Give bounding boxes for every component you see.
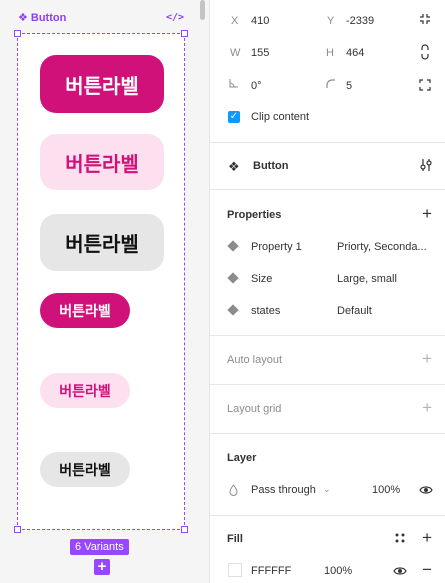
variant-property-icon (227, 240, 239, 252)
add-layout-grid-icon[interactable]: + (422, 399, 432, 416)
w-input[interactable]: 155 (251, 47, 269, 59)
eye-icon[interactable] (419, 485, 433, 498)
x-label: X (231, 15, 239, 27)
fill-hex-input[interactable]: FFFFFF (251, 565, 291, 577)
property-value[interactable]: Default (337, 305, 372, 317)
layout-grid-section-title: Layout grid (227, 403, 282, 415)
variant-secondary-small[interactable]: 버튼라벨 (40, 373, 130, 408)
divider (210, 433, 445, 434)
component-set-header: ❖ Button </> (18, 12, 186, 28)
styles-grid-icon[interactable] (395, 533, 405, 546)
remove-fill-icon[interactable]: − (422, 561, 432, 578)
add-fill-icon[interactable]: + (422, 529, 432, 546)
divider (210, 142, 445, 143)
variant-default-small[interactable]: 버튼라벨 (40, 452, 130, 487)
properties-panel: X 410 Y -2339 W 155 H 464 0° 5 ✓ Clip co… (209, 0, 445, 583)
property-name[interactable]: Property 1 (251, 241, 302, 253)
add-variant-button[interactable]: + (94, 559, 110, 575)
component-set-icon: ❖ (18, 11, 28, 24)
fill-section-title: Fill (227, 533, 243, 545)
variant-label: 버튼라벨 (59, 462, 111, 479)
blend-mode-select[interactable]: Pass through (251, 484, 316, 496)
rotation-input[interactable]: 0° (251, 80, 262, 92)
h-input[interactable]: 464 (346, 47, 364, 59)
property-value[interactable]: Large, small (337, 273, 397, 285)
properties-section-title: Properties (227, 209, 282, 221)
rotation-icon (229, 78, 239, 91)
component-set-title[interactable]: ❖ Button (18, 12, 66, 24)
constraints-icon[interactable] (418, 12, 432, 29)
component-settings-icon[interactable] (420, 158, 432, 175)
clip-content-checkbox[interactable]: ✓ (228, 111, 240, 123)
resize-handle-bottom-left[interactable] (14, 526, 21, 533)
auto-layout-section-title: Auto layout (227, 354, 283, 366)
variants-count-badge: 6 Variants (70, 539, 129, 555)
y-input[interactable]: -2339 (346, 15, 374, 27)
resize-handle-bottom-right[interactable] (181, 526, 188, 533)
variant-label: 버튼라벨 (65, 151, 139, 176)
independent-corners-icon[interactable] (419, 79, 431, 94)
component-name[interactable]: Button (253, 160, 288, 172)
variant-label: 버튼라벨 (65, 73, 139, 98)
variant-property-icon (227, 304, 239, 316)
component-icon: ❖ (228, 159, 240, 174)
clip-content-label: Clip content (251, 111, 310, 123)
divider (210, 189, 445, 190)
h-label: H (326, 47, 334, 59)
corner-radius-icon (326, 79, 336, 92)
fill-opacity-input[interactable]: 100% (324, 565, 352, 577)
variant-secondary-large[interactable]: 버튼라벨 (40, 134, 164, 190)
constrain-proportions-icon[interactable] (420, 44, 430, 63)
x-input[interactable]: 410 (251, 15, 269, 27)
fill-color-swatch[interactable] (228, 563, 242, 577)
add-property-icon[interactable]: + (422, 205, 432, 222)
variant-label: 버튼라벨 (59, 383, 111, 400)
component-set-name: Button (30, 12, 67, 24)
resize-handle-top-right[interactable] (181, 30, 188, 37)
w-label: W (230, 47, 241, 59)
property-value[interactable]: Priorty, Seconda... (337, 241, 427, 253)
y-label: Y (327, 15, 335, 27)
variant-label: 버튼라벨 (59, 303, 111, 320)
canvas[interactable]: ❖ Button </> 버튼라벨 버튼라벨 버튼라벨 버튼라벨 버튼라벨 버튼… (0, 0, 209, 583)
divider (210, 515, 445, 516)
divider (210, 384, 445, 385)
divider (210, 335, 445, 336)
component-set-frame[interactable]: 버튼라벨 버튼라벨 버튼라벨 버튼라벨 버튼라벨 버튼라벨 (14, 30, 188, 533)
property-name[interactable]: Size (251, 273, 272, 285)
variant-label: 버튼라벨 (65, 232, 139, 256)
variant-primary-large[interactable]: 버튼라벨 (40, 55, 164, 113)
eye-icon[interactable] (393, 566, 407, 579)
corner-radius-input[interactable]: 5 (346, 80, 352, 92)
canvas-scrollbar[interactable] (200, 0, 205, 20)
property-name[interactable]: states (251, 305, 280, 317)
variant-default-large[interactable]: 버튼라벨 (40, 214, 164, 271)
code-icon[interactable]: </> (166, 12, 184, 23)
chevron-down-icon[interactable]: ⌄ (323, 484, 331, 495)
resize-handle-top-left[interactable] (14, 30, 21, 37)
add-auto-layout-icon[interactable]: + (422, 350, 432, 367)
layer-section-title: Layer (227, 452, 257, 464)
layer-opacity-input[interactable]: 100% (372, 484, 400, 496)
variant-property-icon (227, 272, 239, 284)
blend-mode-icon (229, 484, 238, 499)
variant-primary-small[interactable]: 버튼라벨 (40, 293, 130, 328)
